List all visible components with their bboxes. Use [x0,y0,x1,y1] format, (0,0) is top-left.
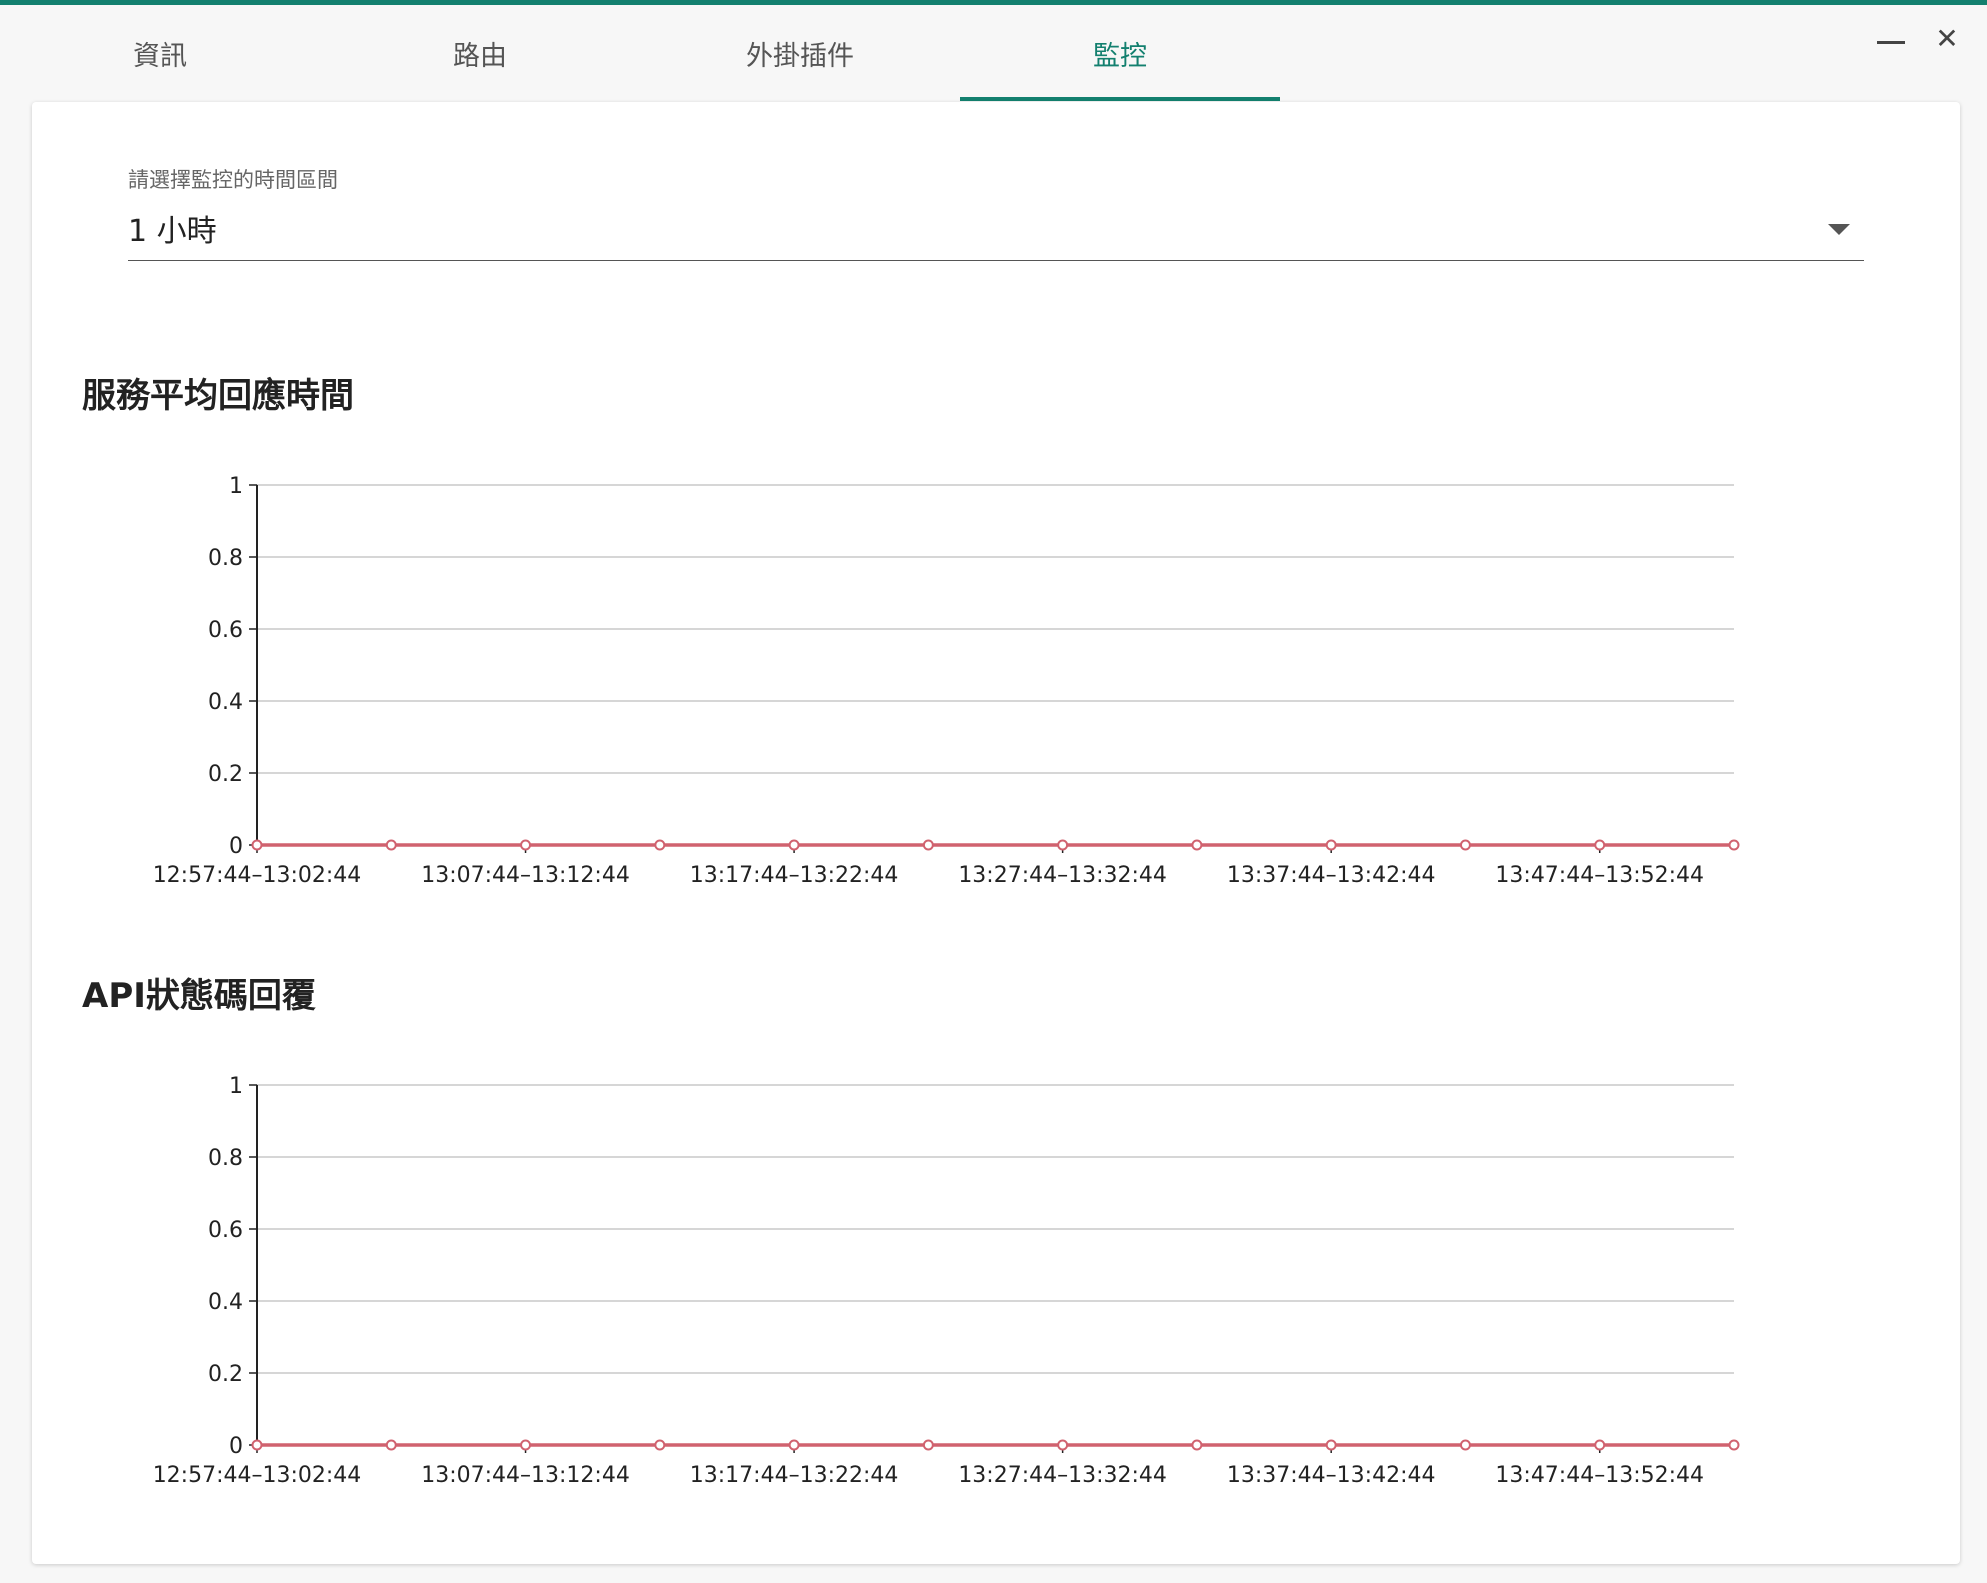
x-tick-label: 13:07:44–13:12:44 [421,863,630,888]
time-range-select[interactable]: 1 小時 [128,196,1864,261]
data-point [1594,839,1606,851]
y-tick-label: 1 [229,474,243,499]
data-point [1459,839,1471,851]
x-tick-label: 13:47:44–13:52:44 [1495,863,1704,888]
y-tick-label: 0.8 [208,546,243,571]
close-button[interactable]: ✕ [1927,18,1967,58]
y-tick-label: 0.6 [208,618,243,643]
minimize-icon [1877,40,1905,44]
data-point [1057,1439,1069,1451]
data-point [922,839,934,851]
data-point [1728,839,1740,851]
close-icon: ✕ [1935,21,1959,55]
data-point [385,1439,397,1451]
y-tick-label: 0.4 [208,690,243,715]
data-point [1459,1439,1471,1451]
tab-plugins-label: 外掛插件 [746,40,854,72]
y-tick-label: 0.2 [208,762,243,787]
active-tab-indicator [960,97,1280,101]
y-tick-label: 0 [229,1434,243,1459]
x-tick-label: 13:17:44–13:22:44 [690,1463,899,1488]
data-point [1191,839,1203,851]
x-tick-label: 13:47:44–13:52:44 [1495,1463,1704,1488]
time-range-value: 1 小時 [128,214,217,249]
y-tick-label: 0 [229,834,243,859]
data-point [654,1439,666,1451]
x-tick-label: 12:57:44–13:02:44 [153,1463,362,1488]
data-point [385,839,397,851]
data-point [1728,1439,1740,1451]
x-tick-label: 13:17:44–13:22:44 [690,863,899,888]
data-point [922,1439,934,1451]
dropdown-arrow-icon [1828,224,1850,235]
data-point [251,1439,263,1451]
data-point [1191,1439,1203,1451]
chart-title-response-time: 服務平均回應時間 [82,376,354,416]
tab-routes-label: 路由 [453,40,507,72]
tab-bar: 資訊 路由 外掛插件 監控 [0,5,1900,101]
x-tick-label: 13:27:44–13:32:44 [958,1463,1167,1488]
x-tick-label: 13:07:44–13:12:44 [421,1463,630,1488]
y-tick-label: 0.8 [208,1146,243,1171]
data-point [654,839,666,851]
minimize-button[interactable] [1871,18,1911,58]
data-point [1325,839,1337,851]
x-tick-label: 13:37:44–13:42:44 [1227,863,1436,888]
tab-info[interactable]: 資訊 [0,5,320,101]
tab-plugins[interactable]: 外掛插件 [640,5,960,101]
data-point [1325,1439,1337,1451]
data-point [788,839,800,851]
tab-info-label: 資訊 [133,40,187,72]
data-point [251,839,263,851]
tab-monitoring[interactable]: 監控 [960,5,1280,101]
data-point [520,1439,532,1451]
chart-title-status-codes: API狀態碼回覆 [82,976,316,1016]
x-tick-label: 12:57:44–13:02:44 [153,863,362,888]
y-tick-label: 0.2 [208,1362,243,1387]
tab-monitoring-label: 監控 [1093,40,1147,72]
data-point [520,839,532,851]
y-tick-label: 1 [229,1074,243,1099]
y-tick-label: 0.4 [208,1290,243,1315]
status-code-chart: 0 0.2 0.4 0.6 0.8 1 12:57:44–13:02:44 13:07:44–… [153,1074,1740,1488]
data-point [1057,839,1069,851]
data-point [788,1439,800,1451]
x-tick-label: 13:27:44–13:32:44 [958,863,1167,888]
data-point [1594,1439,1606,1451]
response-time-chart: 0 0.2 0.4 0.6 0.8 1 12:57:44–13:02:44 13:07:44–… [153,474,1740,888]
x-tick-label: 13:37:44–13:42:44 [1227,1463,1436,1488]
time-range-label: 請選擇監控的時間區間 [128,168,338,192]
y-tick-label: 0.6 [208,1218,243,1243]
tab-routes[interactable]: 路由 [320,5,640,101]
